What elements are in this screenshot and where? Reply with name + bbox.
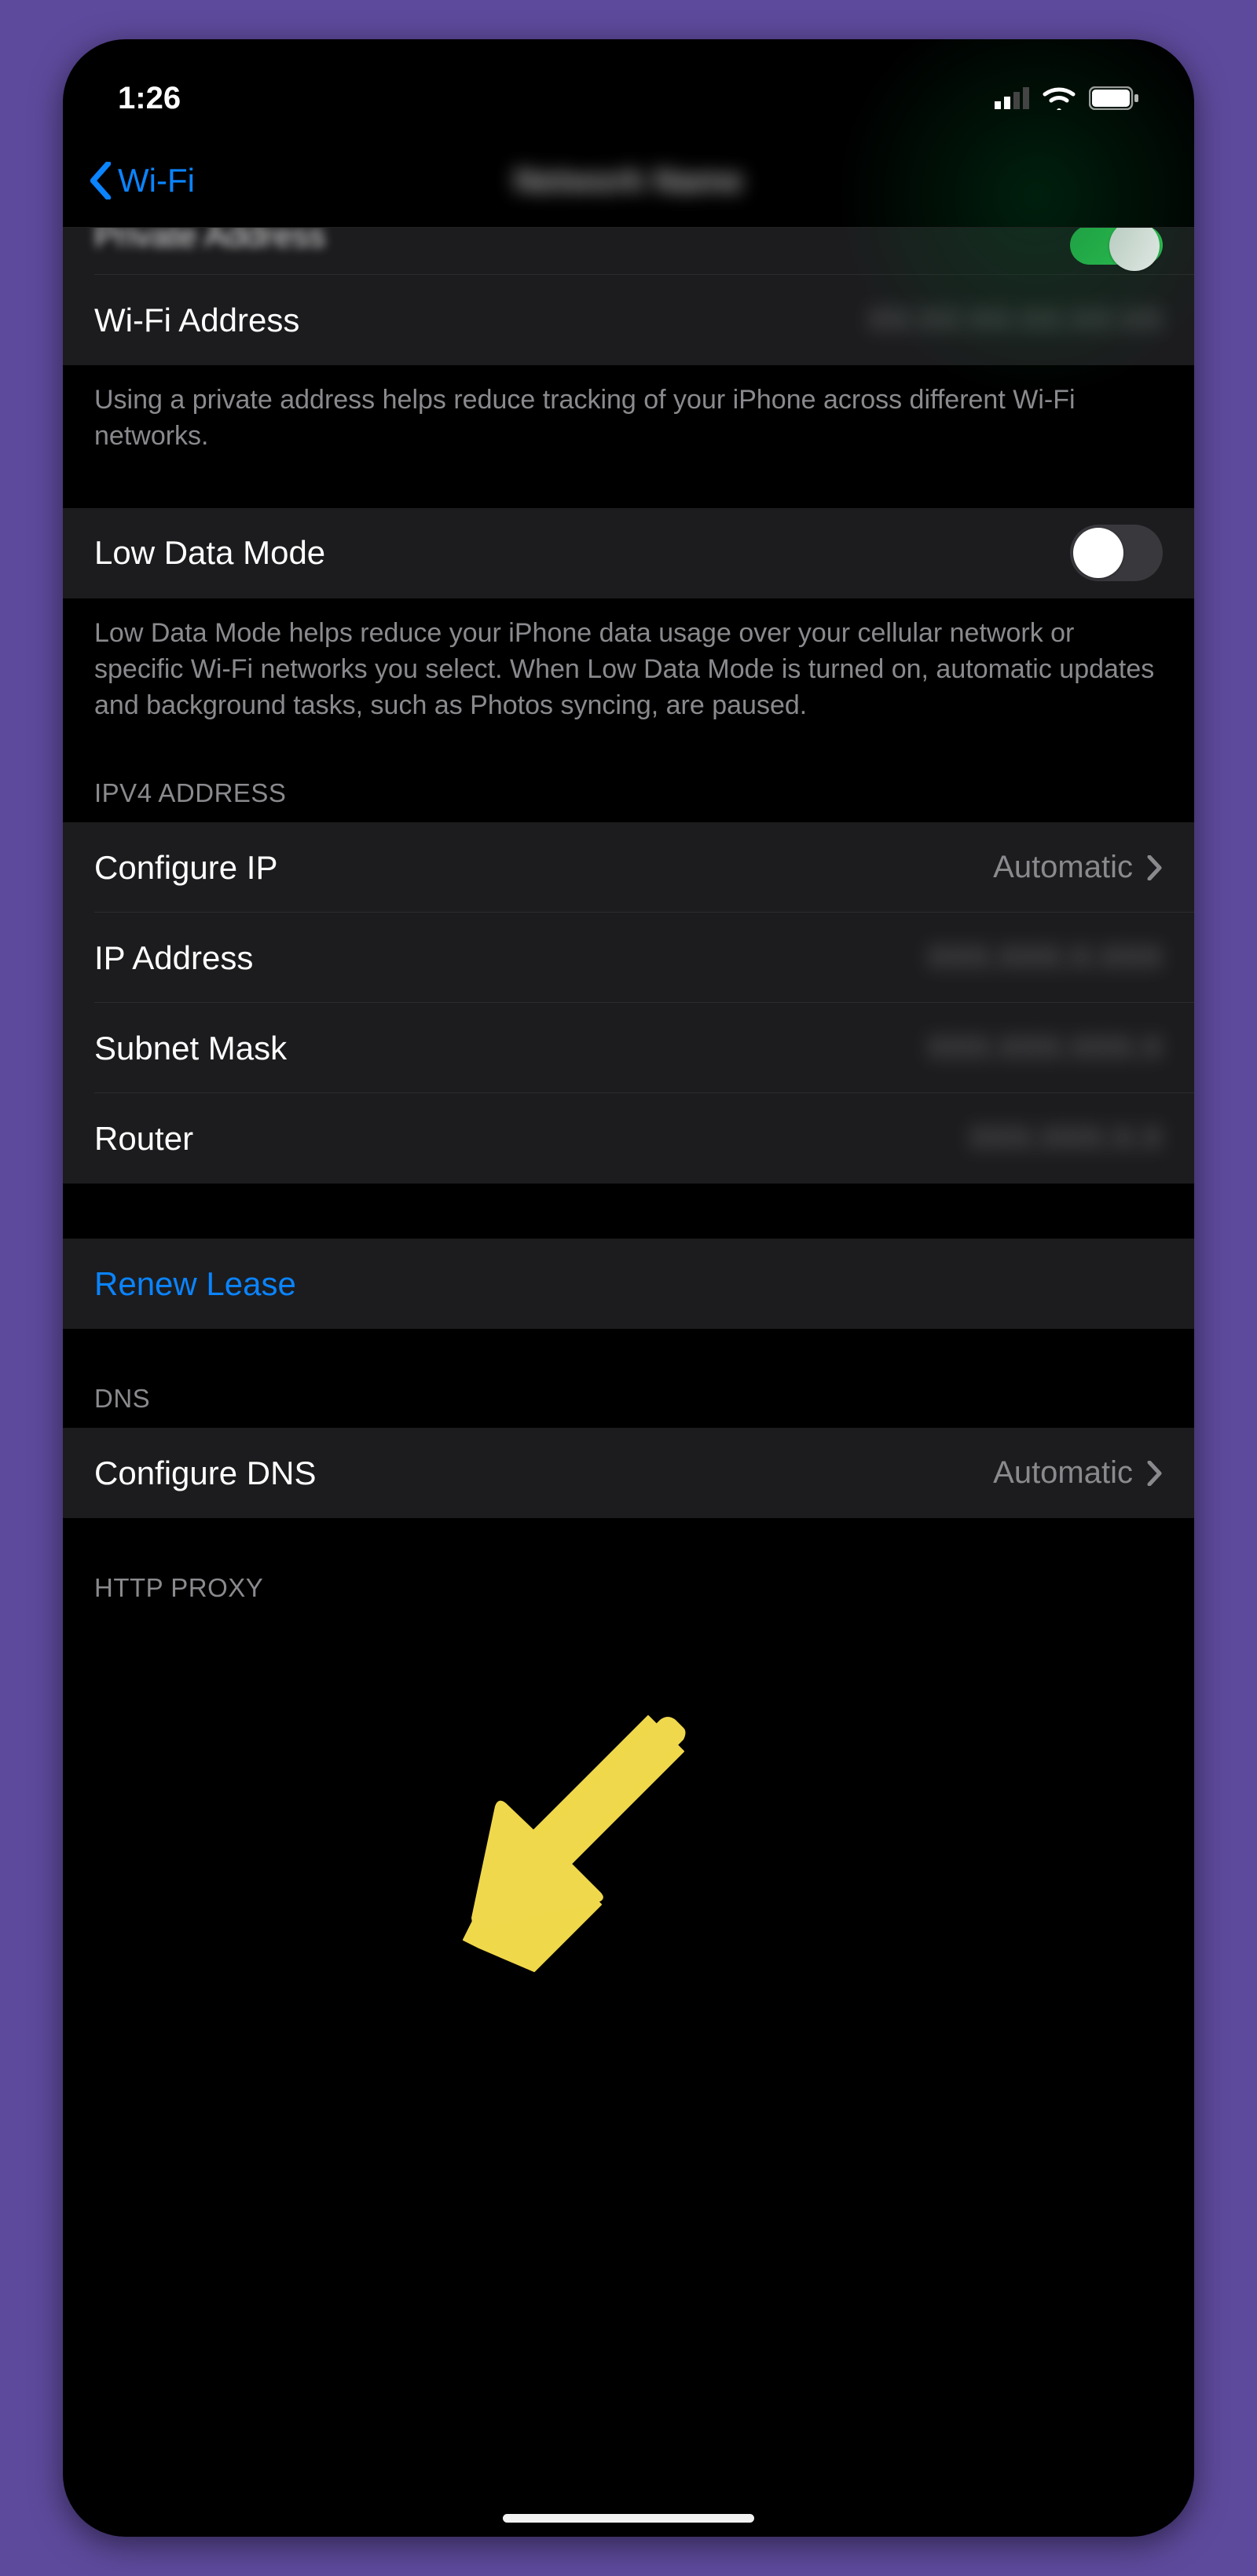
row-wifi-address: Wi-Fi Address XX:XX:XX:XX:XX:XX xyxy=(63,275,1194,365)
low-data-mode-toggle[interactable] xyxy=(1070,525,1163,581)
nav-bar: Wi-Fi Network Name xyxy=(63,134,1194,228)
back-label: Wi-Fi xyxy=(118,162,195,199)
section-header-http-proxy: HTTP PROXY xyxy=(63,1550,1194,1617)
cell-value: XXX.XXX.X.XXX xyxy=(927,940,1163,975)
row-configure-dns[interactable]: Configure DNS Automatic xyxy=(63,1428,1194,1518)
cell-value: XXX.XXX.X.X xyxy=(969,1121,1163,1156)
cell-label: Low Data Mode xyxy=(94,534,325,572)
low-data-footer: Low Data Mode helps reduce your iPhone d… xyxy=(63,598,1194,756)
annotation-arrow-icon xyxy=(424,1696,723,1995)
back-button[interactable]: Wi-Fi xyxy=(86,162,195,199)
private-address-footer: Using a private address helps reduce tra… xyxy=(63,365,1194,486)
cell-label: Renew Lease xyxy=(94,1265,296,1303)
cell-label: Router xyxy=(94,1120,193,1158)
chevron-left-icon xyxy=(86,162,115,199)
section-header-dns: DNS xyxy=(63,1360,1194,1428)
row-subnet-mask: Subnet Mask XXX.XXX.XXX.X xyxy=(63,1003,1194,1093)
cellular-icon xyxy=(995,87,1029,109)
cell-label: Wi-Fi Address xyxy=(94,302,299,339)
section-header-ipv4: IPV4 ADDRESS xyxy=(63,755,1194,822)
battery-icon xyxy=(1089,86,1139,110)
cell-value: Automatic xyxy=(993,850,1163,885)
row-low-data-mode[interactable]: Low Data Mode xyxy=(63,508,1194,598)
cell-label: Private Address xyxy=(94,228,325,254)
nav-title: Network Name xyxy=(514,162,743,199)
cell-label: IP Address xyxy=(94,939,253,977)
row-ip-address: IP Address XXX.XXX.X.XXX xyxy=(63,913,1194,1003)
row-renew-lease[interactable]: Renew Lease xyxy=(63,1239,1194,1329)
status-time: 1:26 xyxy=(118,81,181,116)
cell-label: Configure IP xyxy=(94,849,277,887)
wifi-icon xyxy=(1042,86,1076,110)
chevron-right-icon xyxy=(1147,1461,1163,1486)
status-bar: 1:26 xyxy=(63,39,1194,134)
home-indicator[interactable] xyxy=(503,2514,754,2523)
status-icons xyxy=(995,86,1139,110)
cell-value: XXX.XXX.XXX.X xyxy=(927,1030,1163,1066)
cell-label: Configure DNS xyxy=(94,1454,316,1492)
settings-content: Private Address Wi-Fi Address XX:XX:XX:X… xyxy=(63,228,1194,1617)
chevron-right-icon xyxy=(1147,855,1163,880)
cell-value: Automatic xyxy=(993,1455,1163,1491)
private-address-toggle[interactable] xyxy=(1070,228,1163,265)
cell-value: XX:XX:XX:XX:XX:XX xyxy=(867,302,1163,338)
cell-label: Subnet Mask xyxy=(94,1030,287,1067)
row-router: Router XXX.XXX.X.X xyxy=(63,1093,1194,1184)
row-configure-ip[interactable]: Configure IP Automatic xyxy=(63,822,1194,913)
row-private-address[interactable]: Private Address xyxy=(63,228,1194,275)
